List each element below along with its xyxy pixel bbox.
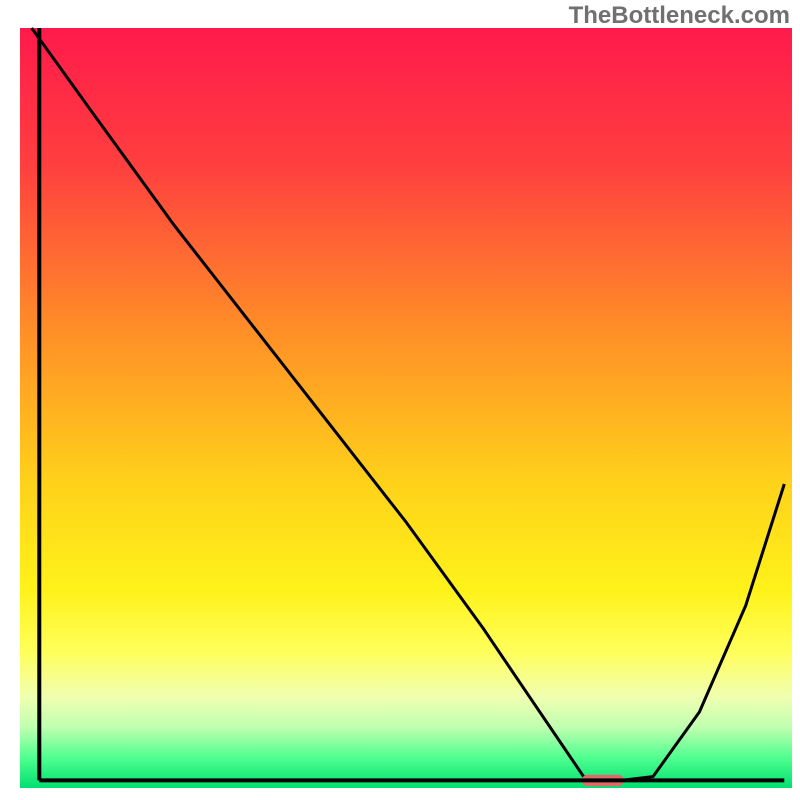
watermark-text: TheBottleneck.com — [569, 2, 790, 30]
plot-background — [20, 28, 792, 788]
chart-container: TheBottleneck.com — [0, 0, 800, 800]
chart-svg — [0, 0, 800, 800]
